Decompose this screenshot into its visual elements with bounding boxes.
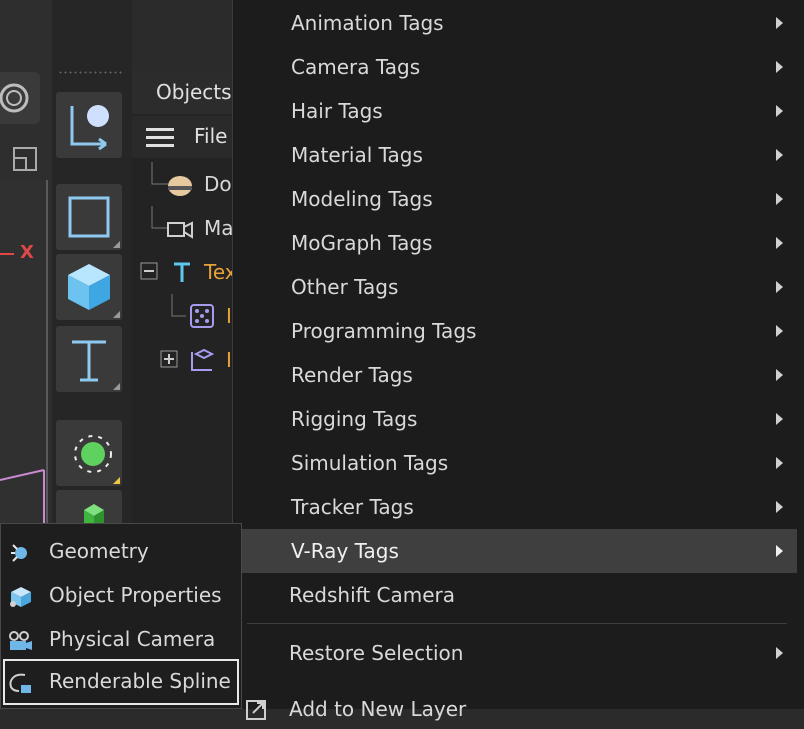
layer-add-icon bbox=[246, 700, 266, 720]
text-object-icon bbox=[174, 262, 190, 282]
cube-icon[interactable] bbox=[56, 254, 122, 320]
vray-tags-submenu: Geometry Object Properties Physical Came… bbox=[0, 523, 242, 709]
physical-camera-icon bbox=[9, 631, 32, 650]
tool-palette bbox=[52, 0, 132, 530]
submenu-item-renderable-spline[interactable]: Renderable Spline bbox=[3, 659, 239, 705]
menu-item-add-to-new-layer[interactable]: Add to New Layer bbox=[233, 685, 797, 729]
menu-item-label: Restore Selection bbox=[289, 641, 464, 665]
tree-row-label: Ma bbox=[204, 216, 234, 240]
object-manager-menubar: File bbox=[132, 116, 232, 158]
submenu-arrow-icon bbox=[776, 281, 783, 293]
tree-row-child-1[interactable]: I bbox=[132, 294, 232, 338]
menu-item-label: Animation Tags bbox=[291, 11, 444, 35]
spline-preview-icon bbox=[0, 469, 45, 530]
submenu-item-label: Renderable Spline bbox=[49, 669, 231, 693]
submenu-arrow-icon bbox=[776, 105, 783, 117]
menu-item-material-tags[interactable]: Material Tags bbox=[233, 133, 797, 177]
menu-item-restore-selection[interactable]: Restore Selection bbox=[233, 631, 797, 675]
menu-item-rigging-tags[interactable]: Rigging Tags bbox=[233, 397, 797, 441]
menu-item-hair-tags[interactable]: Hair Tags bbox=[233, 89, 797, 133]
text-spline-icon[interactable] bbox=[56, 326, 122, 392]
dome-light-icon bbox=[168, 176, 192, 196]
menu-item-other-tags[interactable]: Other Tags bbox=[233, 265, 797, 309]
tab-objects-label: Objects bbox=[156, 80, 232, 104]
menu-item-tracker-tags[interactable]: Tracker Tags bbox=[233, 485, 797, 529]
submenu-arrow-icon bbox=[776, 61, 783, 73]
submenu-arrow-icon bbox=[776, 369, 783, 381]
tree-row-dome[interactable]: Do bbox=[132, 162, 232, 206]
submenu-arrow-icon bbox=[776, 17, 783, 29]
random-effector-icon bbox=[190, 304, 214, 328]
tree-row-text[interactable]: Tex bbox=[132, 250, 237, 294]
menu-item-label: Hair Tags bbox=[291, 99, 383, 123]
submenu-item-label: Object Properties bbox=[49, 583, 222, 607]
menu-item-label: MoGraph Tags bbox=[291, 231, 433, 255]
maximize-view-icon[interactable] bbox=[12, 146, 40, 174]
collapse-icon[interactable] bbox=[140, 262, 158, 280]
menu-item-camera-tags[interactable]: Camera Tags bbox=[233, 45, 797, 89]
object-properties-icon bbox=[10, 587, 31, 607]
axis-label: X bbox=[20, 242, 34, 263]
menu-item-label: Add to New Layer bbox=[289, 697, 467, 721]
menu-item-label: V-Ray Tags bbox=[291, 539, 399, 563]
menu-item-label: Rigging Tags bbox=[291, 407, 418, 431]
viewport-panel[interactable]: X bbox=[0, 0, 52, 530]
menu-item-label: Other Tags bbox=[291, 275, 399, 299]
submenu-arrow-icon bbox=[776, 193, 783, 205]
submenu-item-geometry[interactable]: Geometry bbox=[1, 531, 241, 573]
renderable-spline-icon bbox=[9, 673, 31, 693]
submenu-arrow-icon bbox=[776, 647, 783, 659]
submenu-arrow-icon bbox=[776, 325, 783, 337]
menu-item-simulation-tags[interactable]: Simulation Tags bbox=[233, 441, 797, 485]
object-manager: Objects File Do Ma Tex I I bbox=[132, 70, 237, 530]
submenu-arrow-icon bbox=[776, 149, 783, 161]
menu-separator bbox=[247, 623, 787, 624]
hamburger-menu-icon[interactable] bbox=[146, 126, 174, 148]
tree-row-camera[interactable]: Ma bbox=[132, 206, 234, 250]
menu-item-label: Camera Tags bbox=[291, 55, 421, 79]
view-orbit-icon[interactable] bbox=[0, 72, 40, 124]
submenu-arrow-icon bbox=[776, 545, 783, 557]
palette-grip[interactable] bbox=[58, 70, 124, 76]
menu-item-label: Modeling Tags bbox=[291, 187, 433, 211]
menu-item-redshift-camera[interactable]: Redshift Camera bbox=[233, 573, 797, 617]
coordinate-system-icon[interactable] bbox=[56, 92, 122, 158]
menu-item-label: Programming Tags bbox=[291, 319, 477, 343]
vray-geometry-icon bbox=[11, 544, 27, 562]
expand-icon[interactable] bbox=[160, 350, 178, 368]
tree-row-child-2[interactable]: I bbox=[132, 338, 232, 382]
menu-item-label: Render Tags bbox=[291, 363, 413, 387]
menu-item-label: Simulation Tags bbox=[291, 451, 449, 475]
tags-context-menu: Animation Tags Camera Tags Hair Tags Mat… bbox=[232, 0, 804, 721]
submenu-arrow-icon bbox=[776, 501, 783, 513]
file-menu[interactable]: File bbox=[194, 124, 227, 148]
submenu-arrow-icon bbox=[776, 413, 783, 425]
rectangle-spline-icon[interactable] bbox=[56, 184, 122, 250]
submenu-arrow-icon bbox=[776, 457, 783, 469]
tree-row-label: Do bbox=[204, 172, 232, 196]
submenu-arrow-icon bbox=[776, 237, 783, 249]
generator-icon[interactable] bbox=[56, 420, 122, 486]
submenu-item-object-properties[interactable]: Object Properties bbox=[1, 575, 241, 617]
submenu-item-physical-camera[interactable]: Physical Camera bbox=[1, 619, 241, 661]
menu-item-label: Material Tags bbox=[291, 143, 423, 167]
submenu-item-label: Physical Camera bbox=[49, 627, 216, 651]
menu-item-mograph-tags[interactable]: MoGraph Tags bbox=[233, 221, 797, 265]
tab-objects[interactable]: Objects bbox=[132, 70, 232, 114]
submenu-item-label: Geometry bbox=[49, 539, 149, 563]
menu-item-animation-tags[interactable]: Animation Tags bbox=[233, 1, 797, 45]
menu-item-label: Redshift Camera bbox=[289, 583, 456, 607]
menu-item-programming-tags[interactable]: Programming Tags bbox=[233, 309, 797, 353]
menu-item-vray-tags[interactable]: V-Ray Tags bbox=[233, 529, 797, 573]
menu-item-label: Tracker Tags bbox=[291, 495, 414, 519]
camera-icon bbox=[167, 221, 193, 239]
cloner-icon bbox=[191, 348, 215, 371]
menu-item-modeling-tags[interactable]: Modeling Tags bbox=[233, 177, 797, 221]
menu-item-render-tags[interactable]: Render Tags bbox=[233, 353, 797, 397]
